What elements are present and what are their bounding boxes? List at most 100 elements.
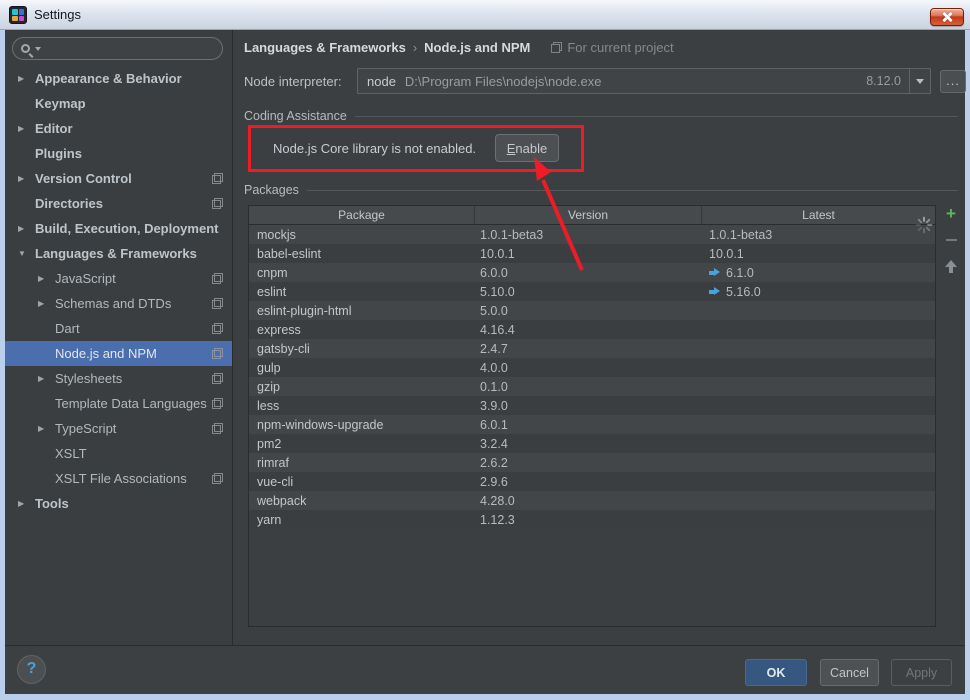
- settings-dialog: ▶ Appearance & Behavior Keymap ▶ Editor Plugi…: [5, 30, 966, 694]
- sidebar-item-label: XSLT File Associations: [55, 471, 187, 486]
- column-header-latest[interactable]: Latest: [702, 206, 935, 224]
- package-latest-cell: 5.16.0: [702, 285, 935, 299]
- sidebar-item-javascript[interactable]: ▶ JavaScript: [5, 266, 232, 291]
- chevron-right-icon[interactable]: ▶: [38, 299, 51, 308]
- package-version-cell: 10.0.1: [480, 246, 515, 261]
- sidebar-item-keymap[interactable]: Keymap: [5, 91, 232, 116]
- sidebar-item-directories[interactable]: Directories: [5, 191, 232, 216]
- chevron-right-icon[interactable]: ▶: [38, 274, 51, 283]
- table-row[interactable]: express 4.16.4: [249, 320, 935, 339]
- sidebar-item-stylesheets[interactable]: ▶ Stylesheets: [5, 366, 232, 391]
- packages-table: Package Version Latest mockjs 1.0.1-beta3…: [248, 205, 936, 627]
- settings-tree: ▶ Appearance & Behavior Keymap ▶ Editor Plugi…: [5, 66, 232, 516]
- package-version-cell: 4.28.0: [480, 493, 515, 508]
- add-package-button[interactable]: +: [942, 205, 960, 222]
- chevron-right-icon[interactable]: ▶: [18, 224, 31, 233]
- chevron-right-icon[interactable]: ▶: [18, 174, 31, 183]
- sidebar-item-schemas-and-dtds[interactable]: ▶ Schemas and DTDs: [5, 291, 232, 316]
- package-name-cell: webpack: [257, 493, 307, 508]
- table-row[interactable]: eslint-plugin-html 5.0.0: [249, 301, 935, 320]
- table-row[interactable]: eslint 5.10.0 5.16.0: [249, 282, 935, 301]
- package-version-cell: 2.6.2: [480, 455, 508, 470]
- sidebar-item-typescript[interactable]: ▶ TypeScript: [5, 416, 232, 441]
- sidebar-item-plugins[interactable]: Plugins: [5, 141, 232, 166]
- help-button[interactable]: ?: [17, 655, 46, 684]
- browse-interpreter-button[interactable]: ...: [940, 70, 966, 93]
- table-row[interactable]: cnpm 6.0.0 6.1.0: [249, 263, 935, 282]
- breadcrumb-languages-frameworks[interactable]: Languages & Frameworks: [244, 40, 406, 55]
- core-library-message: Node.js Core library is not enabled.: [273, 141, 477, 156]
- package-name-cell: gulp: [257, 360, 281, 375]
- chevron-right-icon[interactable]: ▶: [38, 424, 51, 433]
- sidebar-item-editor[interactable]: ▶ Editor: [5, 116, 232, 141]
- package-name-cell: rimraf: [257, 455, 289, 470]
- chevron-right-icon[interactable]: ▶: [18, 74, 31, 83]
- sidebar-item-xslt-file-associations[interactable]: XSLT File Associations: [5, 466, 232, 491]
- close-icon: [942, 12, 952, 22]
- arrow-up-icon: [945, 259, 957, 273]
- table-row[interactable]: mockjs 1.0.1-beta3 1.0.1-beta3: [249, 225, 935, 244]
- sidebar-item-version-control[interactable]: ▶ Version Control: [5, 166, 232, 191]
- interpreter-path: D:\Program Files\nodejs\node.exe: [404, 73, 602, 89]
- sidebar-item-dart[interactable]: Dart: [5, 316, 232, 341]
- column-header-version[interactable]: Version: [475, 206, 702, 224]
- close-button[interactable]: [930, 8, 964, 26]
- table-row[interactable]: gatsby-cli 2.4.7: [249, 339, 935, 358]
- chevron-right-icon[interactable]: ▶: [18, 499, 31, 508]
- table-row[interactable]: gzip 0.1.0: [249, 377, 935, 396]
- package-version-cell: 1.0.1-beta3: [480, 227, 544, 242]
- loading-spinner-icon: [915, 216, 933, 234]
- table-row[interactable]: babel-eslint 10.0.1 10.0.1: [249, 244, 935, 263]
- scope-note: For current project: [551, 40, 674, 55]
- chevron-right-icon[interactable]: ▶: [38, 374, 51, 383]
- project-level-icon: [212, 373, 223, 384]
- table-row[interactable]: yarn 1.12.3: [249, 510, 935, 529]
- upgrade-package-button[interactable]: [942, 258, 960, 274]
- packages-table-body: mockjs 1.0.1-beta3 1.0.1-beta3 babel-eslint…: [249, 225, 935, 529]
- combobox-dropdown-button[interactable]: [909, 69, 930, 93]
- apply-button[interactable]: Apply: [891, 659, 952, 686]
- sidebar-item-languages-frameworks[interactable]: ▼ Languages & Frameworks: [5, 241, 232, 266]
- search-input[interactable]: [12, 37, 223, 60]
- enable-button[interactable]: Enable: [495, 134, 559, 162]
- chevron-down-icon: [916, 78, 924, 84]
- column-header-package[interactable]: Package: [249, 206, 475, 224]
- package-latest-cell: 1.0.1-beta3: [702, 228, 935, 242]
- table-row[interactable]: less 3.9.0: [249, 396, 935, 415]
- package-name-cell: eslint-plugin-html: [257, 303, 352, 318]
- cancel-button[interactable]: Cancel: [820, 659, 879, 686]
- table-row[interactable]: rimraf 2.6.2: [249, 453, 935, 472]
- coding-assistance-label: Coding Assistance: [244, 109, 347, 123]
- sidebar-item-node-js-and-npm[interactable]: Node.js and NPM: [5, 341, 232, 366]
- package-version-cell: 5.0.0: [480, 303, 508, 318]
- sidebar-item-appearance-behavior[interactable]: ▶ Appearance & Behavior: [5, 66, 232, 91]
- table-row[interactable]: vue-cli 2.9.6: [249, 472, 935, 491]
- table-row[interactable]: webpack 4.28.0: [249, 491, 935, 510]
- node-interpreter-combobox[interactable]: node D:\Program Files\nodejs\node.exe 8.…: [357, 68, 931, 94]
- ok-button[interactable]: OK: [745, 659, 807, 686]
- chevron-down-icon[interactable]: ▼: [18, 249, 31, 258]
- sidebar-item-tools[interactable]: ▶ Tools: [5, 491, 232, 516]
- package-name-cell: gatsby-cli: [257, 341, 310, 356]
- search-options-caret-icon[interactable]: [35, 46, 41, 51]
- package-version-cell: 3.2.4: [480, 436, 508, 451]
- upgrade-arrow-icon: [709, 287, 721, 296]
- breadcrumb: Languages & Frameworks › Node.js and NPM…: [244, 36, 674, 58]
- chevron-right-icon[interactable]: ▶: [18, 124, 31, 133]
- project-level-icon: [212, 323, 223, 334]
- project-level-icon: [212, 473, 223, 484]
- table-row[interactable]: npm-windows-upgrade 6.0.1: [249, 415, 935, 434]
- table-row[interactable]: pm2 3.2.4: [249, 434, 935, 453]
- project-level-icon: [212, 173, 223, 184]
- table-row[interactable]: gulp 4.0.0: [249, 358, 935, 377]
- package-version-cell: 5.10.0: [480, 284, 515, 299]
- sidebar-item-xslt[interactable]: XSLT: [5, 441, 232, 466]
- sidebar-item-label: Node.js and NPM: [55, 346, 157, 361]
- package-version-cell: 4.0.0: [480, 360, 508, 375]
- package-latest-cell: 10.0.1: [702, 247, 935, 261]
- sidebar-item-label: Dart: [55, 321, 80, 336]
- package-version-cell: 1.12.3: [480, 512, 515, 527]
- sidebar-item-build-execution-deployment[interactable]: ▶ Build, Execution, Deployment: [5, 216, 232, 241]
- remove-package-button[interactable]: [942, 232, 960, 248]
- sidebar-item-template-data-languages[interactable]: Template Data Languages: [5, 391, 232, 416]
